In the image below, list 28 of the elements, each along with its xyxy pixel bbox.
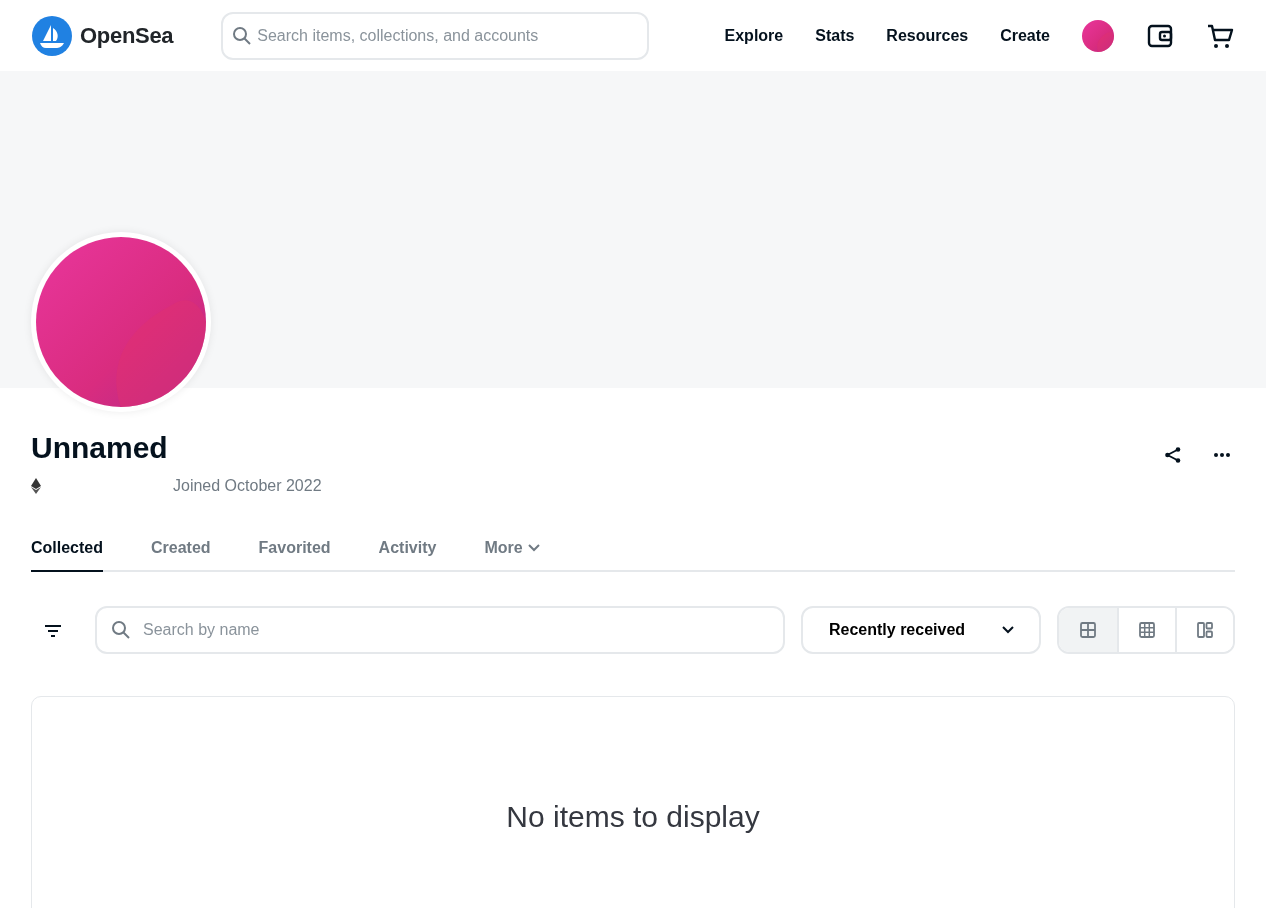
tab[interactable]: Created xyxy=(151,536,211,572)
profile-name: Unnamed xyxy=(31,430,169,466)
tab[interactable]: Favorited xyxy=(258,536,331,572)
mixed-layout-icon xyxy=(1196,621,1214,639)
nav-link[interactable]: Stats xyxy=(815,23,855,48)
search-field[interactable]: Search by name xyxy=(95,606,785,654)
tab[interactable]: Collected xyxy=(31,536,103,572)
view-button[interactable] xyxy=(1059,608,1117,652)
search-icon xyxy=(232,25,253,46)
empty-message: No items to display xyxy=(506,798,760,835)
view-button[interactable] xyxy=(1175,608,1233,652)
large-grid-icon xyxy=(1079,621,1097,639)
more-icon xyxy=(1214,452,1230,457)
profile-avatar[interactable] xyxy=(1082,19,1114,52)
tab[interactable]: Activity xyxy=(378,536,437,572)
search-field[interactable]: Search items, collections, and accounts xyxy=(221,11,650,60)
nav-link[interactable]: Explore xyxy=(724,23,784,48)
logo-icon xyxy=(32,15,72,56)
sort-dropdown[interactable]: Recently received xyxy=(801,606,1041,654)
brand-logo[interactable]: OpenSea xyxy=(32,15,174,56)
nav-link[interactable]: Resources xyxy=(886,23,969,48)
nav-link[interactable]: Create xyxy=(1000,23,1050,48)
joined-date: Joined October 2022 xyxy=(173,476,322,496)
share-icon xyxy=(1164,445,1182,464)
small-grid-icon xyxy=(1138,621,1156,639)
ethereum-icon xyxy=(31,478,41,494)
search-icon xyxy=(111,620,131,640)
tab[interactable]: More xyxy=(484,536,541,572)
